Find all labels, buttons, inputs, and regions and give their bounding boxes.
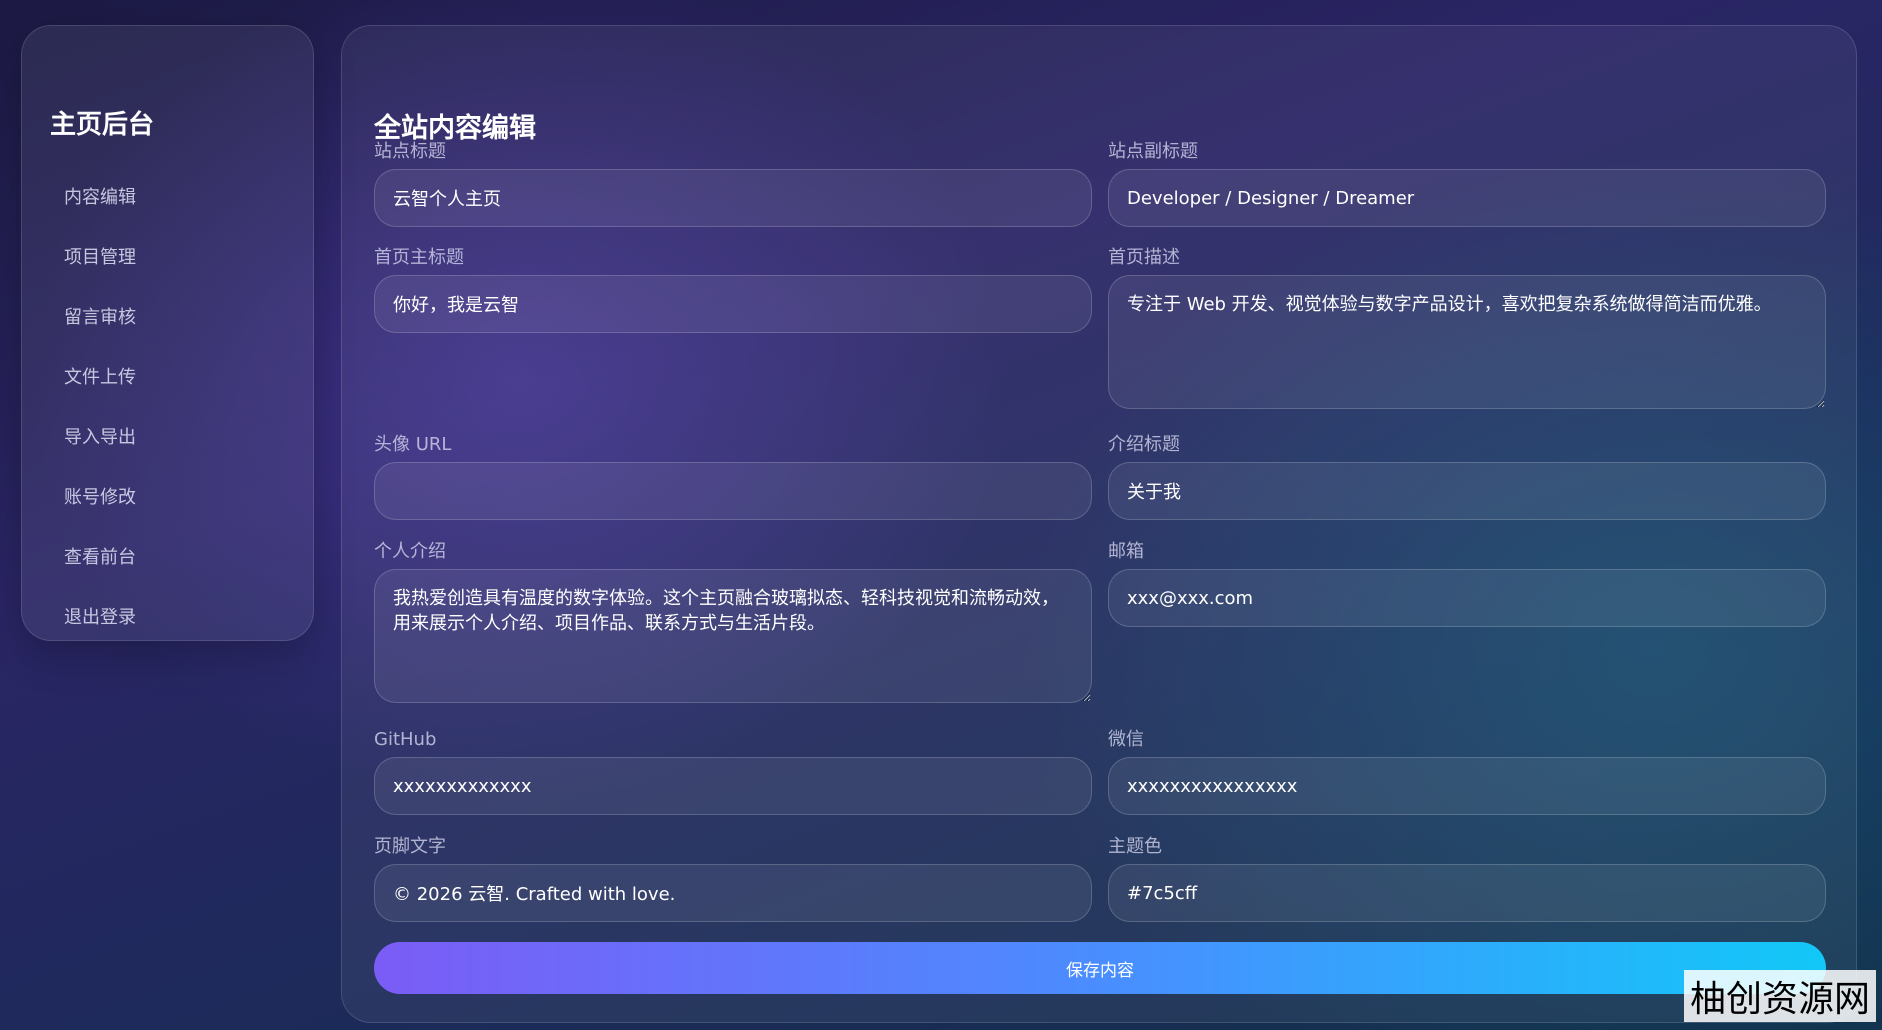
avatar-url-field: 头像 URL [374, 432, 1092, 520]
avatar-url-label: 头像 URL [374, 434, 452, 455]
intro-title-field: 介绍标题 [1108, 432, 1826, 520]
site-subtitle-input[interactable] [1108, 169, 1826, 227]
theme-color-label: 主题色 [1108, 836, 1162, 857]
content-editor-panel: 全站内容编辑 站点标题 站点副标题 首页主标题 首页描述 专注于 Web 开发、… [341, 25, 1857, 1023]
site-subtitle-field: 站点副标题 [1108, 139, 1826, 227]
footer-text-field: 页脚文字 [374, 834, 1092, 922]
sidebar-nav: 内容编辑 项目管理 留言审核 文件上传 导入导出 账号修改 查看前台 退出登录 [64, 172, 136, 652]
sidebar-item-view-frontend[interactable]: 查看前台 [64, 532, 136, 592]
email-input[interactable] [1108, 569, 1826, 627]
github-label: GitHub [374, 729, 437, 750]
home-heading-label: 首页主标题 [374, 247, 464, 268]
theme-color-input[interactable] [1108, 864, 1826, 922]
intro-title-label: 介绍标题 [1108, 434, 1180, 455]
sidebar-item-project-management[interactable]: 项目管理 [64, 232, 136, 292]
footer-text-input[interactable] [374, 864, 1092, 922]
theme-color-field: 主题色 [1108, 834, 1826, 922]
site-title-field: 站点标题 [374, 139, 1092, 227]
wechat-input[interactable] [1108, 757, 1826, 815]
site-title-label: 站点标题 [374, 141, 446, 162]
home-heading-input[interactable] [374, 275, 1092, 333]
github-field: GitHub [374, 727, 1092, 815]
save-content-button[interactable]: 保存内容 [374, 942, 1826, 994]
sidebar-item-file-upload[interactable]: 文件上传 [64, 352, 136, 412]
personal-intro-field: 个人介绍 我热爱创造具有温度的数字体验。这个主页融合玻璃拟态、轻科技视觉和流畅动… [374, 539, 1092, 703]
avatar-url-input[interactable] [374, 462, 1092, 520]
github-input[interactable] [374, 757, 1092, 815]
site-title-input[interactable] [374, 169, 1092, 227]
personal-intro-label: 个人介绍 [374, 541, 446, 562]
sidebar-item-import-export[interactable]: 导入导出 [64, 412, 136, 472]
sidebar-item-logout[interactable]: 退出登录 [64, 592, 136, 652]
home-description-label: 首页描述 [1108, 247, 1180, 268]
sidebar-title: 主页后台 [50, 110, 155, 140]
home-heading-field: 首页主标题 [374, 245, 1092, 333]
personal-intro-textarea[interactable]: 我热爱创造具有温度的数字体验。这个主页融合玻璃拟态、轻科技视觉和流畅动效，用来展… [374, 569, 1092, 703]
sidebar: 主页后台 内容编辑 项目管理 留言审核 文件上传 导入导出 账号修改 查看前台 … [21, 25, 314, 641]
site-subtitle-label: 站点副标题 [1108, 141, 1198, 162]
email-field: 邮箱 [1108, 539, 1826, 627]
wechat-field: 微信 [1108, 727, 1826, 815]
email-label: 邮箱 [1108, 541, 1144, 562]
watermark: 柚创资源网 [1683, 970, 1876, 1022]
sidebar-item-message-review[interactable]: 留言审核 [64, 292, 136, 352]
intro-title-input[interactable] [1108, 462, 1826, 520]
sidebar-item-account-settings[interactable]: 账号修改 [64, 472, 136, 532]
sidebar-item-content-edit[interactable]: 内容编辑 [64, 172, 136, 232]
home-description-textarea[interactable]: 专注于 Web 开发、视觉体验与数字产品设计，喜欢把复杂系统做得简洁而优雅。 [1108, 275, 1826, 409]
wechat-label: 微信 [1108, 729, 1144, 750]
home-description-field: 首页描述 专注于 Web 开发、视觉体验与数字产品设计，喜欢把复杂系统做得简洁而… [1108, 245, 1826, 409]
footer-text-label: 页脚文字 [374, 836, 446, 857]
